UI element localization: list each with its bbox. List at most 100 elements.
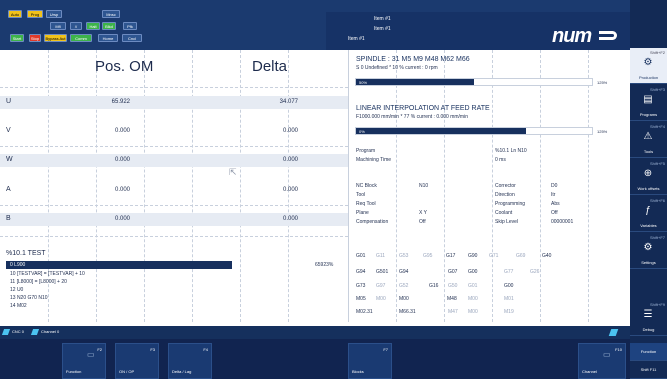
program-label: Program bbox=[356, 148, 376, 154]
gcode-cell: M00 bbox=[376, 296, 386, 302]
side-button-programs[interactable]: Shift+F3 ▤ Programs bbox=[630, 85, 667, 121]
top-button-bypass-aut[interactable]: Bypass Aut bbox=[44, 34, 67, 42]
program-line: 13 N20 G70 N10 bbox=[10, 295, 48, 301]
grid-line bbox=[192, 50, 193, 322]
channel-icon: ▭ bbox=[603, 350, 611, 359]
fkey-f10[interactable]: ▭ F10 Channel bbox=[578, 343, 626, 379]
grid-line bbox=[96, 50, 97, 322]
side-button-label: Shift F11 bbox=[640, 367, 657, 372]
nc-label: Direction bbox=[495, 192, 515, 198]
channel-strip: CNC 0 Channel 0 bbox=[0, 326, 630, 339]
nc-label: Tool bbox=[356, 192, 366, 198]
top-button-ursp[interactable]: Ursp bbox=[46, 10, 62, 18]
side-button-settings[interactable]: Shift+F7 ⚙ Settings bbox=[630, 233, 667, 269]
top-button-prog[interactable]: Prog bbox=[27, 10, 43, 18]
nc-value: D0 bbox=[551, 183, 558, 189]
grid-line bbox=[588, 50, 589, 322]
side-fkey-label: Shift+F2 bbox=[649, 50, 665, 55]
nc-label: NC Block bbox=[356, 183, 377, 189]
gcode-cell: G77 bbox=[504, 269, 514, 275]
fkey-f2[interactable]: ▭ F2 Function bbox=[62, 343, 106, 379]
side-button-label: Debug bbox=[642, 327, 655, 332]
gcode-cell: M01 bbox=[504, 296, 514, 302]
gcode-cell: G01 bbox=[356, 253, 366, 259]
channel-indicator-icon bbox=[608, 329, 619, 336]
program-title: %10.1 TEST bbox=[6, 250, 46, 257]
gcode-cell: M02.31 bbox=[356, 309, 373, 315]
gcode-cell: G501 bbox=[376, 269, 389, 275]
side-button-function[interactable]: Function bbox=[630, 343, 667, 361]
axis-label-b: B bbox=[6, 215, 11, 222]
top-button-comm[interactable]: Comm bbox=[70, 34, 92, 42]
top-button-halt[interactable]: Halt bbox=[86, 22, 100, 30]
side-button-shift-f11[interactable]: Shift F11 bbox=[630, 361, 667, 379]
fkey-label: Function bbox=[66, 369, 82, 374]
axis-pos-v: 0.000 bbox=[114, 128, 130, 134]
grid-line bbox=[540, 50, 541, 322]
nc-label: Coolant bbox=[495, 210, 513, 216]
side-button-work-offsets[interactable]: Shift+F5 ⊕ Work offsets bbox=[630, 159, 667, 195]
side-button-tools[interactable]: Shift+F4 ⚠ Tools bbox=[630, 122, 667, 158]
side-button-production[interactable]: Shift+F2 ⚙ Production bbox=[630, 48, 667, 84]
fkey-f4[interactable]: F4 Delta / Lag bbox=[168, 343, 212, 379]
program-line: 11 [L8000] = [L8000] + 20 bbox=[10, 279, 67, 285]
channel-tag[interactable]: Channel 0 bbox=[41, 328, 59, 336]
side-button-label: Production bbox=[638, 75, 659, 80]
spindle-title: SPINDLE : 31 M5 M9 M48 M62 M66 bbox=[356, 56, 470, 63]
side-fkey-label: Shift+F9 bbox=[649, 302, 665, 307]
feed-sub: F1000.000 mm/min * 77 % current : 0.000 … bbox=[356, 114, 468, 120]
axis-delta-b: 0.000 bbox=[282, 216, 298, 222]
top-button-mfl[interactable]: Mfl bbox=[50, 22, 66, 30]
grid-line bbox=[0, 146, 348, 147]
settings-icon: ⚙ bbox=[643, 242, 653, 253]
top-button-mnsc[interactable]: Mnsc bbox=[102, 10, 120, 18]
axis-label-u: U bbox=[6, 98, 12, 105]
program-progress-label: 65923% bbox=[315, 262, 334, 268]
side-button-label: Variables bbox=[640, 223, 657, 228]
gcode-cell: G17 bbox=[446, 253, 456, 259]
top-button-start[interactable]: Start bbox=[10, 34, 24, 42]
function-icon: ▭ bbox=[87, 350, 95, 359]
fkey-label: Delta / Lag bbox=[172, 369, 192, 374]
grid-line bbox=[396, 50, 397, 322]
top-button-auto[interactable]: Auto bbox=[8, 10, 22, 18]
axis-pos-b: 0.000 bbox=[114, 216, 130, 222]
fkey-number: F7 bbox=[383, 347, 388, 352]
gcode-cell: G52 bbox=[399, 283, 409, 289]
side-button-debug[interactable]: Shift+F9 ☰ Debug bbox=[630, 300, 667, 336]
grid-line bbox=[0, 205, 348, 206]
feed-bar-fill bbox=[356, 128, 526, 134]
gcode-cell: G01 bbox=[468, 283, 478, 289]
fkey-number: F10 bbox=[615, 347, 622, 352]
spindle-bar-max: 125% bbox=[597, 80, 608, 85]
delta-header: Delta bbox=[252, 58, 288, 75]
fkey-f7[interactable]: F7 Blocks bbox=[348, 343, 392, 379]
debug-icon: ☰ bbox=[643, 309, 653, 320]
gcode-cell: M19 bbox=[504, 309, 514, 315]
spindle-bar-label: 50% bbox=[359, 80, 368, 85]
program-line: 12 U0 bbox=[10, 287, 24, 293]
side-fkey-label: Shift+F4 bbox=[649, 124, 665, 129]
top-button-home[interactable]: Home bbox=[98, 34, 118, 42]
cnc-tag[interactable]: CNC 0 bbox=[12, 328, 24, 336]
gcode-cell: G40 bbox=[542, 253, 552, 259]
fkey-f3[interactable]: F3 ON / OP bbox=[115, 343, 159, 379]
top-button-//[interactable]: // bbox=[70, 22, 82, 30]
top-button-pfk[interactable]: Pfk bbox=[123, 22, 137, 30]
top-button-blkd[interactable]: Blkd bbox=[102, 22, 116, 30]
spindle-bar-fill bbox=[356, 79, 474, 85]
gcode-cell: G11 bbox=[376, 253, 386, 259]
gcode-cell: G73 bbox=[356, 283, 366, 289]
side-button-variables[interactable]: Shift+F6 ƒ Variables bbox=[630, 196, 667, 232]
top-button-cncl[interactable]: Cncl bbox=[122, 34, 142, 42]
grid-line bbox=[288, 50, 289, 322]
side-fkey-label: Shift+F5 bbox=[649, 161, 665, 166]
fkey-number: F4 bbox=[203, 347, 208, 352]
side-button-label: Tools bbox=[643, 149, 654, 154]
feed-bar-label: 0% bbox=[359, 129, 365, 134]
top-button-stop[interactable]: Stop bbox=[29, 34, 41, 42]
program-current-bar: 0 L900 bbox=[6, 261, 232, 269]
axis-label-w: W bbox=[6, 156, 13, 163]
gcode-cell: M00 bbox=[399, 296, 409, 302]
gcode-cell: G69 bbox=[516, 253, 526, 259]
